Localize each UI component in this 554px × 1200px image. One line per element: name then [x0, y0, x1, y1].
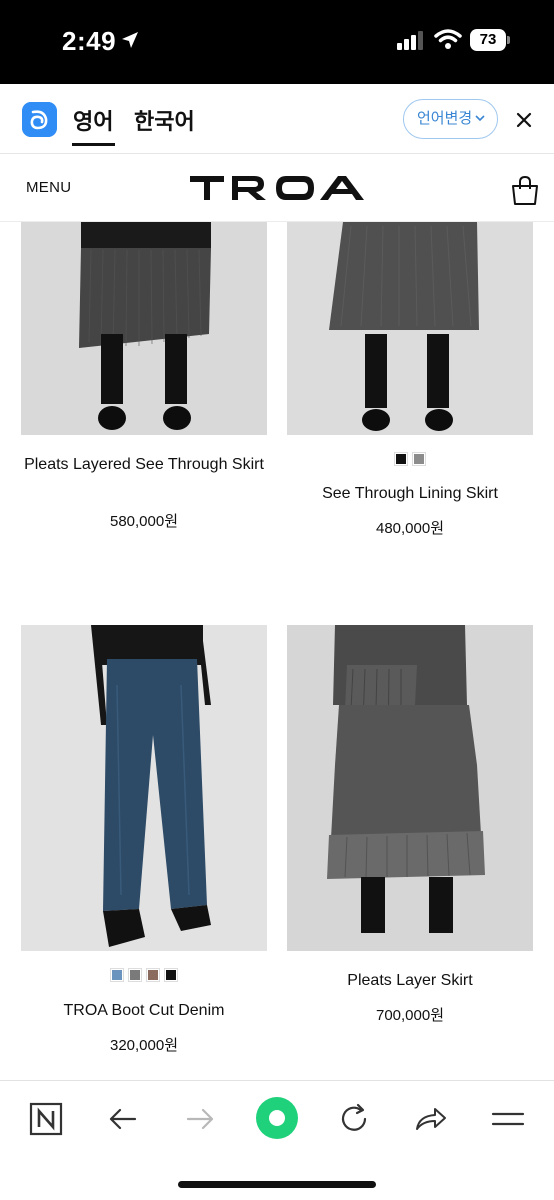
- color-swatches: [287, 452, 533, 466]
- status-time: 2:49: [62, 26, 117, 56]
- cellular-signal-icon: [397, 31, 423, 50]
- translate-bar: 영어 한국어 언어변경: [0, 84, 554, 154]
- color-swatch[interactable]: [412, 452, 426, 466]
- back-arrow-icon[interactable]: [105, 1101, 141, 1137]
- product-name[interactable]: Pleats Layered See Through Skirt: [21, 453, 267, 476]
- product-price: 700,000원: [375, 1007, 445, 1024]
- site-header: MENU: [0, 154, 554, 222]
- change-language-label: 언어변경: [417, 110, 473, 127]
- battery-level: 73: [470, 29, 506, 51]
- product-card[interactable]: Pleats Layer Skirt 700,000원: [287, 625, 533, 1055]
- product-name[interactable]: Pleats Layer Skirt: [287, 969, 533, 992]
- color-swatch[interactable]: [394, 452, 408, 466]
- product-image[interactable]: [21, 222, 267, 435]
- battery-icon: 73: [470, 29, 510, 51]
- change-language-button[interactable]: 언어변경: [403, 99, 498, 139]
- shopping-bag-icon[interactable]: [510, 174, 540, 206]
- status-bar: 2:49 73: [0, 0, 554, 84]
- product-name[interactable]: TROA Boot Cut Denim: [21, 999, 267, 1022]
- product-grid: Pleats Layered See Through Skirt 580,000…: [0, 222, 554, 1080]
- wifi-icon: [434, 29, 462, 49]
- color-swatch[interactable]: [110, 968, 124, 982]
- location-arrow-icon: [122, 32, 138, 48]
- refresh-icon[interactable]: [336, 1101, 372, 1137]
- chevron-down-icon: [475, 115, 485, 122]
- product-image[interactable]: [21, 625, 267, 951]
- product-card[interactable]: See Through Lining Skirt 480,000원: [287, 222, 533, 542]
- tab-korean[interactable]: 한국어: [134, 104, 195, 144]
- product-name[interactable]: See Through Lining Skirt: [287, 482, 533, 505]
- product-image[interactable]: [287, 222, 533, 435]
- browser-toolbar: [0, 1080, 554, 1200]
- color-swatches: [21, 968, 267, 982]
- share-icon[interactable]: [413, 1101, 449, 1137]
- tab-english[interactable]: 영어: [71, 104, 116, 146]
- menu-icon[interactable]: [490, 1101, 526, 1137]
- translate-app-icon[interactable]: [22, 102, 57, 137]
- color-swatch[interactable]: [128, 968, 142, 982]
- product-price: 580,000원: [109, 513, 179, 530]
- brand-logo[interactable]: [190, 172, 364, 204]
- close-icon[interactable]: [514, 110, 534, 130]
- product-card[interactable]: TROA Boot Cut Denim 320,000원: [21, 625, 267, 1055]
- forward-arrow-icon[interactable]: [182, 1101, 218, 1137]
- color-swatch[interactable]: [164, 968, 178, 982]
- home-indicator[interactable]: [178, 1181, 376, 1188]
- naver-icon[interactable]: [28, 1101, 64, 1137]
- green-dot-icon[interactable]: [255, 1096, 299, 1140]
- product-card[interactable]: Pleats Layered See Through Skirt 580,000…: [21, 222, 267, 542]
- color-swatch[interactable]: [146, 968, 160, 982]
- menu-button[interactable]: MENU: [26, 179, 71, 196]
- product-price: 480,000원: [375, 520, 445, 537]
- product-price: 320,000원: [109, 1037, 179, 1054]
- product-image[interactable]: [287, 625, 533, 951]
